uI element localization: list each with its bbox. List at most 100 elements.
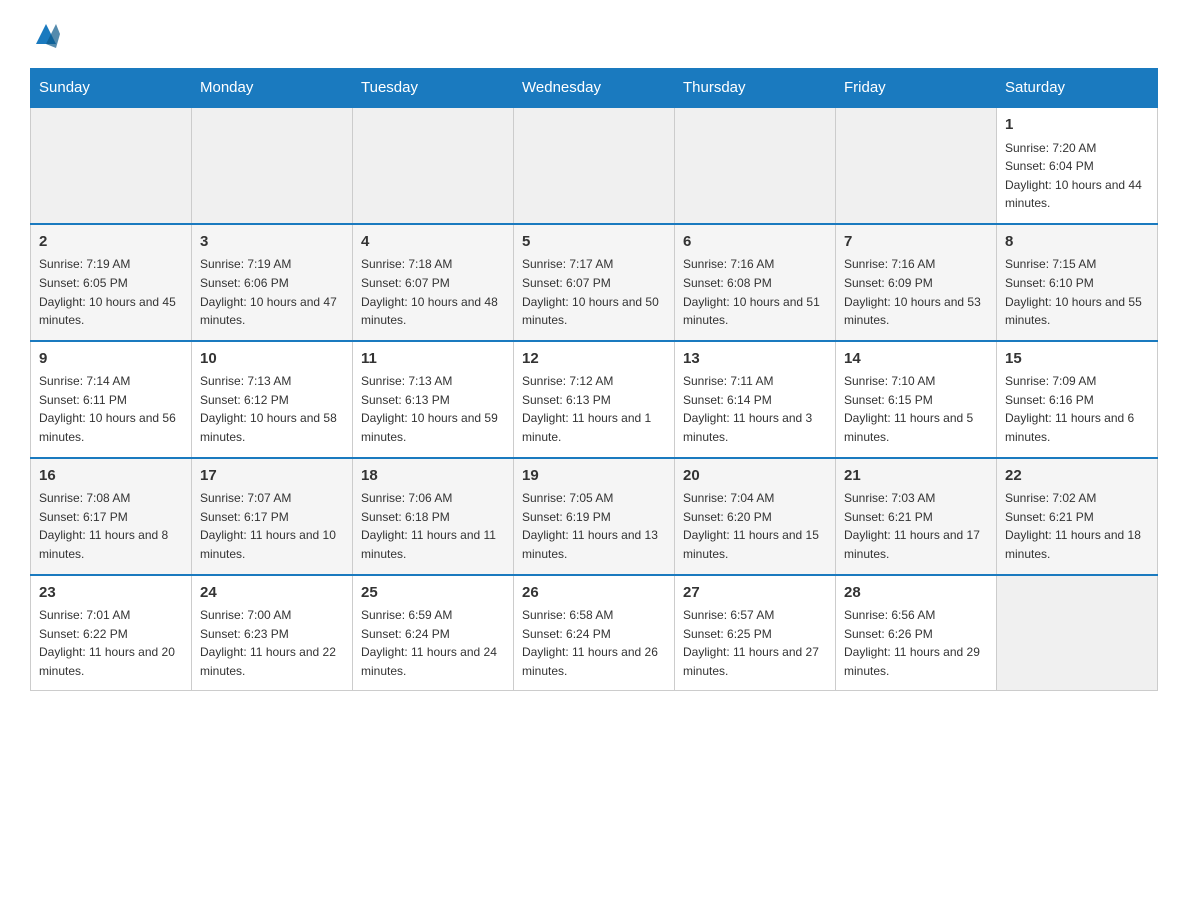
day-number: 28 [844,582,988,605]
calendar-day-cell [997,575,1158,691]
day-number: 25 [361,582,505,605]
day-number: 2 [39,231,183,254]
day-info: Sunrise: 7:18 AM Sunset: 6:07 PM Dayligh… [361,255,505,329]
day-info: Sunrise: 7:13 AM Sunset: 6:12 PM Dayligh… [200,372,344,446]
day-info: Sunrise: 7:19 AM Sunset: 6:06 PM Dayligh… [200,255,344,329]
calendar-day-cell: 17Sunrise: 7:07 AM Sunset: 6:17 PM Dayli… [192,458,353,575]
calendar-week-row: 16Sunrise: 7:08 AM Sunset: 6:17 PM Dayli… [31,458,1158,575]
day-header-tuesday: Tuesday [353,69,514,108]
day-info: Sunrise: 6:57 AM Sunset: 6:25 PM Dayligh… [683,606,827,680]
day-info: Sunrise: 7:08 AM Sunset: 6:17 PM Dayligh… [39,489,183,563]
day-number: 4 [361,231,505,254]
calendar-day-cell: 18Sunrise: 7:06 AM Sunset: 6:18 PM Dayli… [353,458,514,575]
day-header-wednesday: Wednesday [514,69,675,108]
calendar-day-cell: 22Sunrise: 7:02 AM Sunset: 6:21 PM Dayli… [997,458,1158,575]
calendar-day-cell: 2Sunrise: 7:19 AM Sunset: 6:05 PM Daylig… [31,224,192,341]
calendar-day-cell: 20Sunrise: 7:04 AM Sunset: 6:20 PM Dayli… [675,458,836,575]
day-info: Sunrise: 7:19 AM Sunset: 6:05 PM Dayligh… [39,255,183,329]
day-number: 15 [1005,348,1149,371]
day-header-friday: Friday [836,69,997,108]
calendar-day-cell: 19Sunrise: 7:05 AM Sunset: 6:19 PM Dayli… [514,458,675,575]
calendar-day-cell: 24Sunrise: 7:00 AM Sunset: 6:23 PM Dayli… [192,575,353,691]
day-number: 27 [683,582,827,605]
day-number: 7 [844,231,988,254]
day-number: 10 [200,348,344,371]
day-info: Sunrise: 7:05 AM Sunset: 6:19 PM Dayligh… [522,489,666,563]
day-info: Sunrise: 7:12 AM Sunset: 6:13 PM Dayligh… [522,372,666,446]
calendar-day-cell [31,107,192,224]
day-number: 5 [522,231,666,254]
day-info: Sunrise: 7:11 AM Sunset: 6:14 PM Dayligh… [683,372,827,446]
calendar-day-cell: 26Sunrise: 6:58 AM Sunset: 6:24 PM Dayli… [514,575,675,691]
calendar-day-cell [514,107,675,224]
calendar-day-cell: 21Sunrise: 7:03 AM Sunset: 6:21 PM Dayli… [836,458,997,575]
page-header [30,20,1158,48]
day-info: Sunrise: 7:15 AM Sunset: 6:10 PM Dayligh… [1005,255,1149,329]
day-number: 17 [200,465,344,488]
calendar-header-row: SundayMondayTuesdayWednesdayThursdayFrid… [31,69,1158,108]
calendar-day-cell: 5Sunrise: 7:17 AM Sunset: 6:07 PM Daylig… [514,224,675,341]
calendar-table: SundayMondayTuesdayWednesdayThursdayFrid… [30,68,1158,691]
logo-icon [32,20,60,48]
day-header-monday: Monday [192,69,353,108]
day-info: Sunrise: 7:09 AM Sunset: 6:16 PM Dayligh… [1005,372,1149,446]
day-info: Sunrise: 7:16 AM Sunset: 6:09 PM Dayligh… [844,255,988,329]
day-info: Sunrise: 6:59 AM Sunset: 6:24 PM Dayligh… [361,606,505,680]
day-number: 21 [844,465,988,488]
calendar-week-row: 1Sunrise: 7:20 AM Sunset: 6:04 PM Daylig… [31,107,1158,224]
calendar-day-cell: 13Sunrise: 7:11 AM Sunset: 6:14 PM Dayli… [675,341,836,458]
day-number: 11 [361,348,505,371]
calendar-week-row: 9Sunrise: 7:14 AM Sunset: 6:11 PM Daylig… [31,341,1158,458]
calendar-day-cell: 23Sunrise: 7:01 AM Sunset: 6:22 PM Dayli… [31,575,192,691]
day-number: 12 [522,348,666,371]
calendar-week-row: 23Sunrise: 7:01 AM Sunset: 6:22 PM Dayli… [31,575,1158,691]
calendar-day-cell [836,107,997,224]
calendar-day-cell [192,107,353,224]
day-info: Sunrise: 7:03 AM Sunset: 6:21 PM Dayligh… [844,489,988,563]
calendar-day-cell: 11Sunrise: 7:13 AM Sunset: 6:13 PM Dayli… [353,341,514,458]
calendar-day-cell: 28Sunrise: 6:56 AM Sunset: 6:26 PM Dayli… [836,575,997,691]
calendar-day-cell: 3Sunrise: 7:19 AM Sunset: 6:06 PM Daylig… [192,224,353,341]
calendar-day-cell: 4Sunrise: 7:18 AM Sunset: 6:07 PM Daylig… [353,224,514,341]
day-number: 9 [39,348,183,371]
day-number: 18 [361,465,505,488]
day-info: Sunrise: 7:13 AM Sunset: 6:13 PM Dayligh… [361,372,505,446]
day-info: Sunrise: 7:06 AM Sunset: 6:18 PM Dayligh… [361,489,505,563]
day-info: Sunrise: 7:04 AM Sunset: 6:20 PM Dayligh… [683,489,827,563]
day-info: Sunrise: 7:10 AM Sunset: 6:15 PM Dayligh… [844,372,988,446]
day-info: Sunrise: 7:17 AM Sunset: 6:07 PM Dayligh… [522,255,666,329]
calendar-day-cell: 1Sunrise: 7:20 AM Sunset: 6:04 PM Daylig… [997,107,1158,224]
day-info: Sunrise: 6:56 AM Sunset: 6:26 PM Dayligh… [844,606,988,680]
calendar-day-cell: 6Sunrise: 7:16 AM Sunset: 6:08 PM Daylig… [675,224,836,341]
day-number: 3 [200,231,344,254]
day-number: 22 [1005,465,1149,488]
day-header-saturday: Saturday [997,69,1158,108]
day-info: Sunrise: 7:00 AM Sunset: 6:23 PM Dayligh… [200,606,344,680]
day-number: 23 [39,582,183,605]
day-number: 6 [683,231,827,254]
calendar-day-cell: 25Sunrise: 6:59 AM Sunset: 6:24 PM Dayli… [353,575,514,691]
day-number: 26 [522,582,666,605]
day-info: Sunrise: 7:14 AM Sunset: 6:11 PM Dayligh… [39,372,183,446]
calendar-day-cell: 16Sunrise: 7:08 AM Sunset: 6:17 PM Dayli… [31,458,192,575]
calendar-day-cell: 8Sunrise: 7:15 AM Sunset: 6:10 PM Daylig… [997,224,1158,341]
day-header-sunday: Sunday [31,69,192,108]
day-info: Sunrise: 6:58 AM Sunset: 6:24 PM Dayligh… [522,606,666,680]
calendar-day-cell: 9Sunrise: 7:14 AM Sunset: 6:11 PM Daylig… [31,341,192,458]
day-number: 13 [683,348,827,371]
calendar-day-cell: 10Sunrise: 7:13 AM Sunset: 6:12 PM Dayli… [192,341,353,458]
calendar-day-cell: 14Sunrise: 7:10 AM Sunset: 6:15 PM Dayli… [836,341,997,458]
calendar-day-cell: 15Sunrise: 7:09 AM Sunset: 6:16 PM Dayli… [997,341,1158,458]
day-info: Sunrise: 7:20 AM Sunset: 6:04 PM Dayligh… [1005,139,1149,213]
day-number: 20 [683,465,827,488]
day-info: Sunrise: 7:16 AM Sunset: 6:08 PM Dayligh… [683,255,827,329]
day-header-thursday: Thursday [675,69,836,108]
calendar-week-row: 2Sunrise: 7:19 AM Sunset: 6:05 PM Daylig… [31,224,1158,341]
day-number: 1 [1005,114,1149,137]
calendar-day-cell: 27Sunrise: 6:57 AM Sunset: 6:25 PM Dayli… [675,575,836,691]
day-info: Sunrise: 7:01 AM Sunset: 6:22 PM Dayligh… [39,606,183,680]
calendar-day-cell [353,107,514,224]
day-number: 8 [1005,231,1149,254]
day-info: Sunrise: 7:02 AM Sunset: 6:21 PM Dayligh… [1005,489,1149,563]
calendar-day-cell: 7Sunrise: 7:16 AM Sunset: 6:09 PM Daylig… [836,224,997,341]
